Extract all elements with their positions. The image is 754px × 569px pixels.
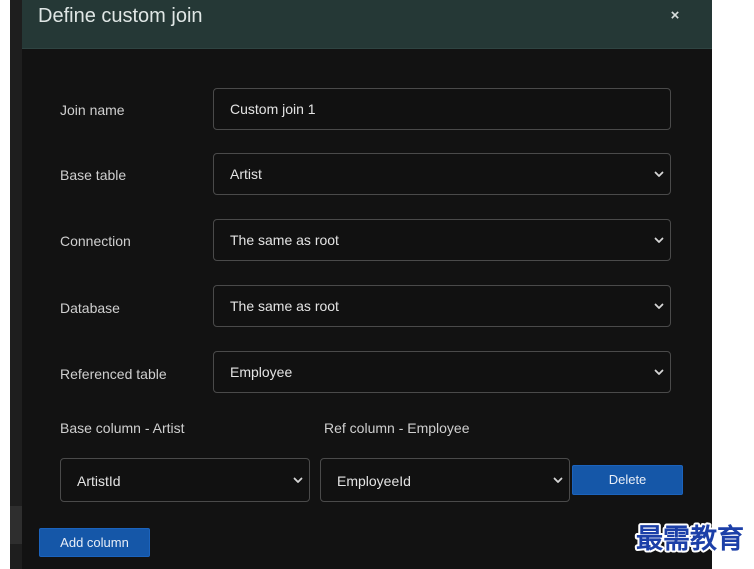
add-column-button[interactable]: Add column [39, 528, 150, 557]
referenced-table-select[interactable]: Employee [213, 351, 671, 393]
close-button[interactable]: × [663, 4, 687, 28]
chevron-down-icon [293, 477, 303, 483]
referenced-table-value: Employee [230, 364, 293, 380]
delete-button[interactable]: Delete [572, 465, 683, 495]
base-column-select[interactable]: ArtistId [60, 458, 310, 502]
background-panel [712, 0, 754, 569]
base-column-value: ArtistId [77, 473, 121, 489]
base-table-value: Artist [230, 166, 262, 182]
database-label: Database [60, 300, 120, 316]
join-name-value: Custom join 1 [230, 101, 316, 117]
underlying-window-edge [10, 0, 22, 569]
base-table-select[interactable]: Artist [213, 153, 671, 195]
database-select[interactable]: The same as root [213, 285, 671, 327]
join-name-input[interactable]: Custom join 1 [213, 88, 671, 130]
chevron-down-icon [654, 369, 664, 375]
referenced-table-label: Referenced table [60, 366, 167, 382]
database-value: The same as root [230, 298, 339, 314]
connection-value: The same as root [230, 232, 339, 248]
dialog-header: Define custom join × [22, 0, 712, 49]
base-column-label: Base column - Artist [60, 420, 185, 436]
chevron-down-icon [553, 477, 563, 483]
watermark-text: 最需教育 [636, 523, 744, 555]
ref-column-value: EmployeeId [337, 473, 411, 489]
chevron-down-icon [654, 171, 664, 177]
background-strip [0, 0, 10, 569]
chevron-down-icon [654, 303, 664, 309]
ref-column-select[interactable]: EmployeeId [320, 458, 570, 502]
join-name-label: Join name [60, 102, 125, 118]
connection-select[interactable]: The same as root [213, 219, 671, 261]
watermark-logo: 最需教育 最需教育 [634, 521, 746, 555]
screenshot: Define custom join × Join name Custom jo… [0, 0, 754, 569]
close-icon: × [670, 7, 680, 24]
connection-label: Connection [60, 233, 131, 249]
custom-join-dialog: Define custom join × Join name Custom jo… [22, 0, 712, 569]
dialog-title: Define custom join [38, 5, 203, 27]
ref-column-label: Ref column - Employee [324, 420, 470, 436]
underlying-window-notch [10, 506, 22, 544]
base-table-label: Base table [60, 167, 127, 183]
chevron-down-icon [654, 237, 664, 243]
